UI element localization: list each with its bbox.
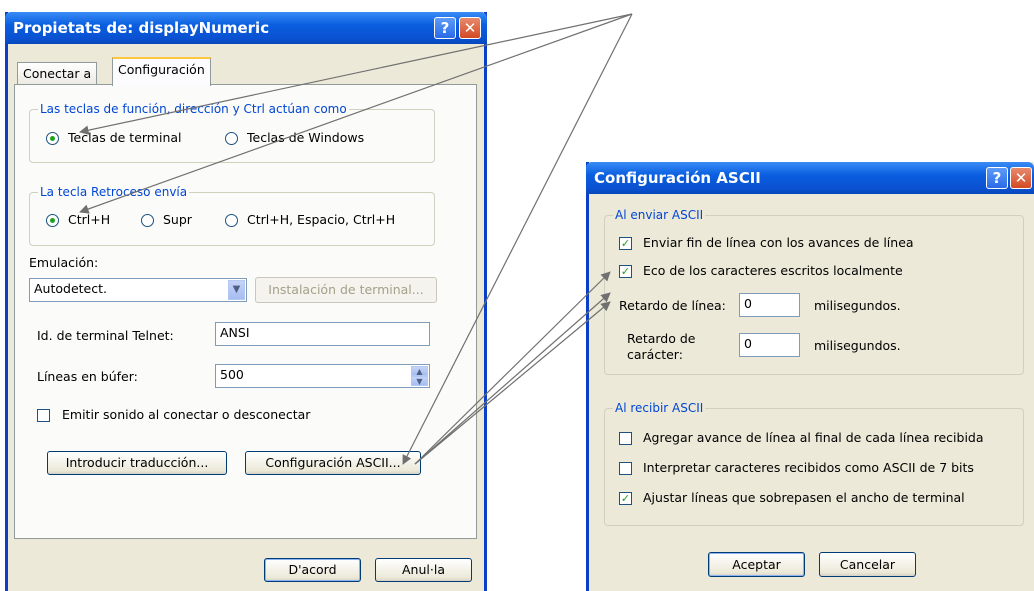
spin-up-icon[interactable]: ▲ xyxy=(411,366,428,376)
windows-keys-label: Teclas de Windows xyxy=(247,130,365,145)
buffer-lines-value: 500 xyxy=(220,367,244,382)
line-delay-unit: milisegundos. xyxy=(814,298,901,313)
local-echo-checkbox[interactable]: ✓ xyxy=(619,265,632,278)
line-delay-value: 0 xyxy=(744,296,752,311)
function-keys-group: Las teclas de función, dirección y Ctrl … xyxy=(29,102,435,163)
translation-button[interactable]: Introducir traducción... xyxy=(47,451,227,475)
char-delay-label-2: carácter: xyxy=(627,347,683,362)
properties-titlebar: Propietats de: displayNumeric ? ✕ xyxy=(5,12,487,44)
char-delay-unit: milisegundos. xyxy=(814,338,901,353)
ctrl-h-space-radio[interactable] xyxy=(225,214,238,227)
ctrl-h-radio[interactable] xyxy=(46,214,59,227)
wrap-lines-checkbox[interactable]: ✓ xyxy=(619,492,632,505)
spin-down-icon[interactable]: ▼ xyxy=(411,376,428,386)
supr-radio[interactable] xyxy=(141,214,154,227)
function-keys-group-label: Las teclas de función, dirección y Ctrl … xyxy=(38,102,349,116)
accept-button[interactable]: Aceptar xyxy=(708,552,805,577)
beep-label: Emitir sonido al conectar o desconectar xyxy=(62,407,311,422)
tab-conectar-a-label: Conectar a xyxy=(23,66,92,81)
backspace-group: La tecla Retroceso envía Ctrl+H Supr Ctr… xyxy=(29,185,435,246)
help-icon[interactable]: ? xyxy=(434,17,456,39)
wrap-lines-label: Ajustar líneas que sobrepasen el ancho d… xyxy=(643,490,965,505)
seven-bit-checkbox[interactable] xyxy=(619,462,632,475)
windows-keys-radio[interactable] xyxy=(225,132,238,145)
line-delay-input[interactable]: 0 xyxy=(739,293,800,317)
buffer-lines-label: Líneas en búfer: xyxy=(37,369,138,384)
telnet-id-input[interactable]: ANSI xyxy=(215,322,430,346)
ok-button[interactable]: D'acord xyxy=(264,558,361,582)
line-delay-label: Retardo de línea: xyxy=(619,298,726,313)
char-delay-value: 0 xyxy=(744,336,752,351)
telnet-id-label: Id. de terminal Telnet: xyxy=(37,328,174,343)
ascii-titlebar: Configuración ASCII ? ✕ xyxy=(586,162,1034,194)
buffer-lines-stepper[interactable]: 500 ▲ ▼ xyxy=(215,364,430,388)
char-delay-input[interactable]: 0 xyxy=(739,333,800,357)
close-icon[interactable]: ✕ xyxy=(459,17,481,39)
tab-panel: Las teclas de función, dirección y Ctrl … xyxy=(14,84,477,539)
emulation-value: Autodetect. xyxy=(34,281,107,296)
tab-configuracion[interactable]: Configuración xyxy=(112,57,211,86)
seven-bit-label: Interpretar caracteres recibidos como AS… xyxy=(643,460,974,475)
help-icon[interactable]: ? xyxy=(986,167,1008,189)
telnet-id-value: ANSI xyxy=(220,325,250,340)
ascii-title: Configuración ASCII xyxy=(594,169,761,187)
char-delay-label-1: Retardo de xyxy=(627,331,696,346)
cancel-button[interactable]: Anul·la xyxy=(375,558,472,582)
emulation-select[interactable]: Autodetect. ▼ xyxy=(29,278,247,302)
send-eol-checkbox[interactable]: ✓ xyxy=(619,237,632,250)
beep-checkbox[interactable] xyxy=(37,409,50,422)
cancel-ascii-button[interactable]: Cancelar xyxy=(819,552,916,577)
terminal-setup-button[interactable]: Instalación de terminal... xyxy=(255,277,437,303)
close-icon[interactable]: ✕ xyxy=(1010,167,1032,189)
properties-title: Propietats de: displayNumeric xyxy=(13,19,270,37)
local-echo-label: Eco de los caracteres escritos localment… xyxy=(643,263,903,278)
send-ascii-group-label: Al enviar ASCII xyxy=(613,208,706,222)
terminal-keys-radio[interactable] xyxy=(46,132,59,145)
append-lf-label: Agregar avance de línea al final de cada… xyxy=(643,430,984,445)
supr-label: Supr xyxy=(163,212,192,227)
append-lf-checkbox[interactable] xyxy=(619,432,632,445)
ctrl-h-label: Ctrl+H xyxy=(68,212,111,227)
ascii-config-button[interactable]: Configuración ASCII... xyxy=(245,451,421,475)
send-eol-label: Enviar fin de línea con los avances de l… xyxy=(643,235,914,250)
tab-configuracion-label: Configuración xyxy=(118,62,205,77)
properties-dialog: Propietats de: displayNumeric ? ✕ Conect… xyxy=(5,12,487,591)
tab-conectar-a[interactable]: Conectar a xyxy=(17,62,98,84)
backspace-group-label: La tecla Retroceso envía xyxy=(38,185,190,199)
chevron-down-icon[interactable]: ▼ xyxy=(228,280,245,300)
ascii-config-dialog: Configuración ASCII ? ✕ Al enviar ASCII … xyxy=(586,162,1034,591)
send-ascii-group: Al enviar ASCII ✓ Enviar fin de línea co… xyxy=(604,208,1024,375)
terminal-keys-label: Teclas de terminal xyxy=(68,130,182,145)
ctrl-h-space-label: Ctrl+H, Espacio, Ctrl+H xyxy=(247,212,396,227)
emulation-label: Emulación: xyxy=(29,255,99,270)
receive-ascii-group-label: Al recibir ASCII xyxy=(613,401,706,415)
receive-ascii-group: Al recibir ASCII Agregar avance de línea… xyxy=(604,401,1024,526)
